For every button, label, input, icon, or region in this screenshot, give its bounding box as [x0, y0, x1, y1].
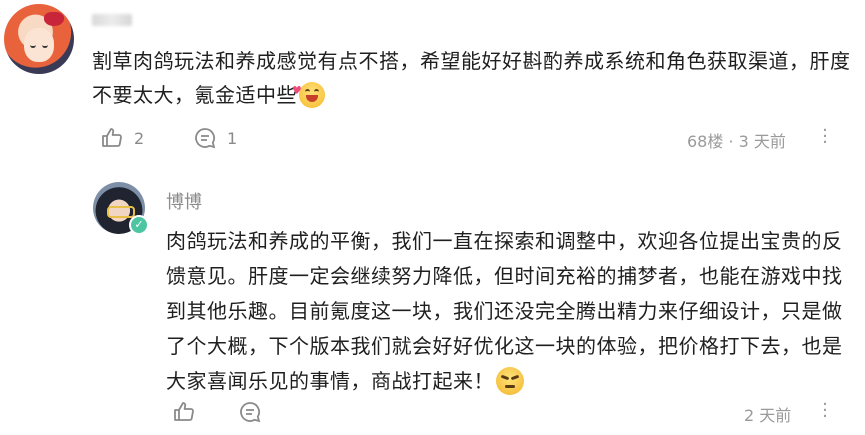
comment-meta: 68楼 · 3 天前 [687, 128, 786, 152]
avatar-eye [30, 42, 36, 48]
comment-body: 割草肉鸽玩法和养成感觉有点不搭，希望能好好斟酌养成系统和角色获取渠道，肝度不要太… [92, 44, 852, 112]
thumbs-up-icon [172, 400, 196, 424]
smirking-face-emoji-icon [496, 366, 524, 395]
comment-bubble-icon [238, 400, 262, 424]
comment-text: 割草肉鸽玩法和养成感觉有点不搭，希望能好好斟酌养成系统和角色获取渠道，肝度不要太… [92, 49, 851, 107]
avatar-face [24, 28, 54, 62]
comment-time: 3 天前 [738, 132, 786, 151]
thumbs-up-icon [100, 126, 124, 150]
more-options-icon[interactable]: · · · [822, 122, 828, 152]
meta-separator: · [728, 132, 734, 151]
floor-number: 68楼 [687, 132, 724, 151]
reply-comment-button[interactable] [238, 400, 262, 424]
like-count: 2 [134, 128, 145, 148]
more-options-icon[interactable]: · · · [822, 396, 828, 426]
laughing-face-emoji-icon: ♥ [292, 81, 325, 108]
reply-time: 2 天前 [744, 406, 792, 425]
avatar-glasses [107, 206, 135, 218]
comment-bubble-icon [193, 126, 217, 150]
avatar-bow [44, 12, 64, 26]
reply-like-button[interactable] [172, 400, 196, 424]
verified-badge-icon: ✓ [129, 215, 149, 235]
reply-count: 1 [227, 128, 238, 148]
commenter-avatar[interactable] [4, 4, 74, 74]
blurred-username[interactable] [92, 14, 132, 26]
like-button[interactable]: 2 [100, 126, 144, 150]
reply-body: 肉鸽玩法和养成的平衡，我们一直在探索和调整中，欢迎各位提出宝贵的反馈意见。肝度一… [166, 224, 846, 399]
reply-button[interactable]: 1 [193, 126, 237, 150]
avatar-eye [42, 42, 48, 48]
reply-author[interactable]: 博博 [166, 188, 202, 214]
